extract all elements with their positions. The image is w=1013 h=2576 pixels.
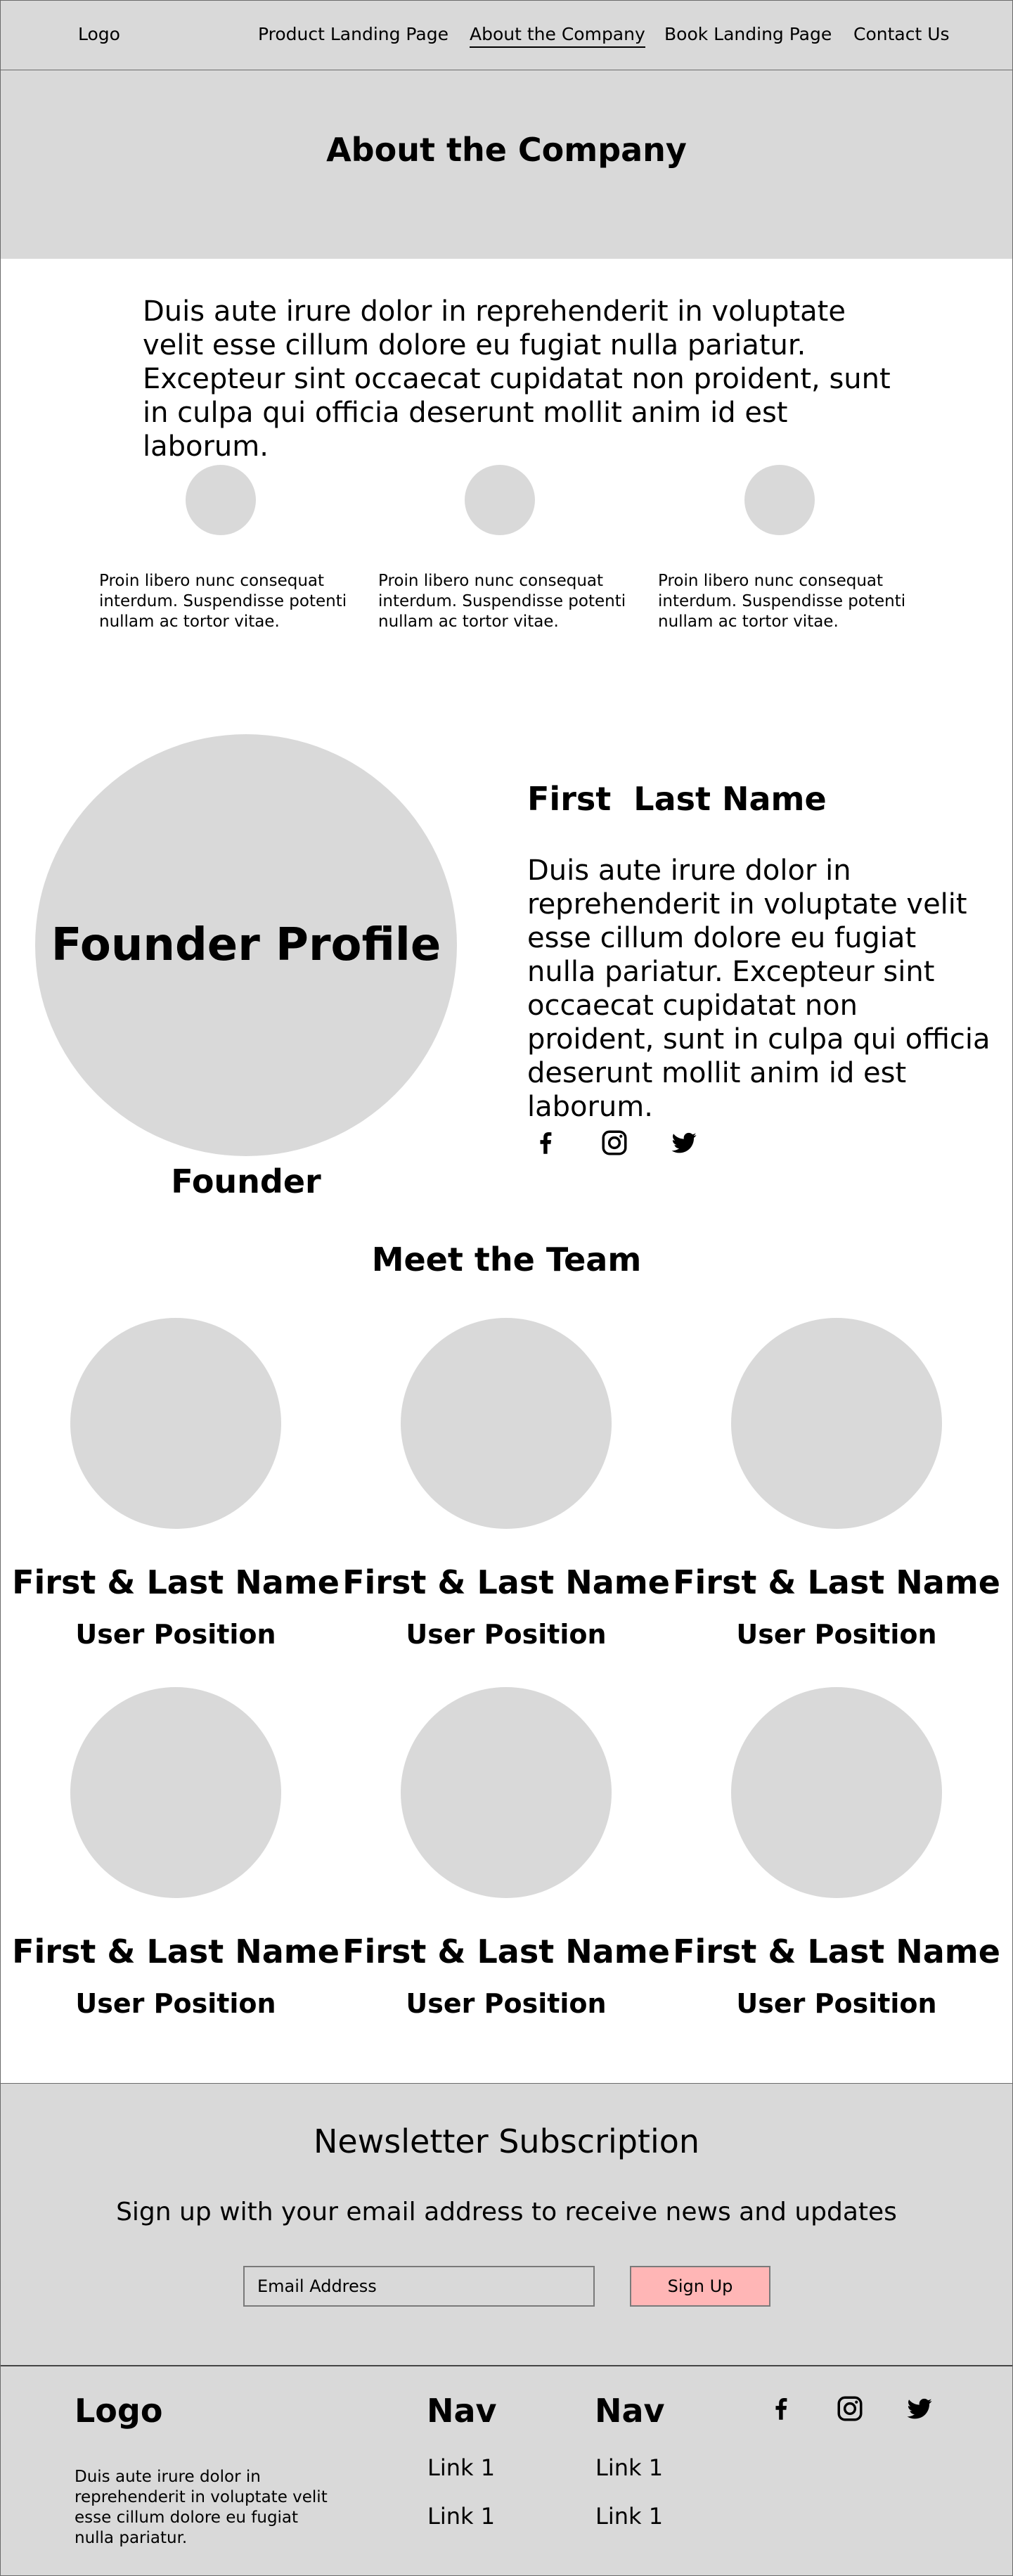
team-member-name: First & Last Name: [673, 1563, 1000, 1601]
feature-image: [186, 465, 256, 535]
team-heading: Meet the Team: [371, 1241, 642, 1279]
team-member-position: User Position: [406, 1619, 607, 1650]
nav-product-landing-page[interactable]: Product Landing Page: [258, 24, 449, 44]
feature-image: [465, 465, 535, 535]
team-member-position: User Position: [75, 1619, 276, 1650]
page-title: About the Company: [326, 131, 687, 169]
twitter-icon[interactable]: [905, 2394, 934, 2423]
team-member-photo: [731, 1318, 942, 1529]
team-member-photo: [70, 1687, 281, 1898]
feature-text: Proin libero nunc consequat interdum. Su…: [378, 572, 626, 631]
twitter-icon[interactable]: [669, 1128, 699, 1158]
footer-nav-title: Nav: [427, 2392, 497, 2430]
team-member-photo: [401, 1318, 612, 1529]
nav-book-landing-page[interactable]: Book Landing Page: [664, 24, 832, 44]
team-member-position: User Position: [736, 1619, 937, 1650]
feature-text: Proin libero nunc consequat interdum. Su…: [99, 572, 347, 631]
footer-logo[interactable]: Logo: [75, 2392, 162, 2430]
feature-text: Proin libero nunc consequat interdum. Su…: [658, 572, 906, 631]
facebook-icon[interactable]: [766, 2394, 796, 2423]
founder-image: Founder Profile: [35, 734, 457, 1156]
founder-name: First Last Name: [527, 780, 827, 818]
team-member-name: First & Last Name: [12, 1933, 340, 1971]
founder-image-label: Founder Profile: [51, 919, 441, 971]
email-field[interactable]: [243, 2266, 595, 2307]
team-member-photo: [70, 1318, 281, 1529]
team-member-photo: [731, 1687, 942, 1898]
newsletter-subtitle: Sign up with your email address to recei…: [116, 2198, 897, 2226]
footer-link[interactable]: Link 1: [427, 2503, 495, 2530]
page: Logo Product Landing Page About the Comp…: [0, 0, 1013, 2576]
team-member-name: First & Last Name: [342, 1563, 670, 1601]
footer-link[interactable]: Link 1: [595, 2503, 663, 2530]
footer-text: Duis aute irure dolor in reprehenderit i…: [75, 2468, 328, 2547]
founder-bio: Duis aute irure dolor in reprehenderit i…: [527, 854, 991, 1123]
sign-up-button[interactable]: Sign Up: [630, 2266, 770, 2307]
intro-paragraph: Duis aute irure dolor in reprehenderit i…: [143, 295, 891, 463]
footer-link[interactable]: Link 1: [427, 2454, 495, 2481]
team-member-name: First & Last Name: [673, 1933, 1000, 1971]
team-member-position: User Position: [736, 1988, 937, 2019]
team-member-photo: [401, 1687, 612, 1898]
founder-caption: Founder: [171, 1162, 321, 1200]
facebook-icon[interactable]: [531, 1128, 560, 1158]
team-member-name: First & Last Name: [342, 1933, 670, 1971]
instagram-icon[interactable]: [600, 1128, 629, 1158]
feature-image: [744, 465, 815, 535]
newsletter-title: Newsletter Subscription: [313, 2122, 700, 2160]
team-member-name: First & Last Name: [12, 1563, 340, 1601]
nav-contact-us[interactable]: Contact Us: [853, 24, 950, 44]
footer-nav-title: Nav: [595, 2392, 665, 2430]
footer-link[interactable]: Link 1: [595, 2454, 663, 2481]
team-member-position: User Position: [75, 1988, 276, 2019]
instagram-icon[interactable]: [835, 2394, 865, 2423]
team-member-position: User Position: [406, 1988, 607, 2019]
header-logo[interactable]: Logo: [78, 24, 120, 44]
nav-about-the-company[interactable]: About the Company: [470, 24, 645, 48]
